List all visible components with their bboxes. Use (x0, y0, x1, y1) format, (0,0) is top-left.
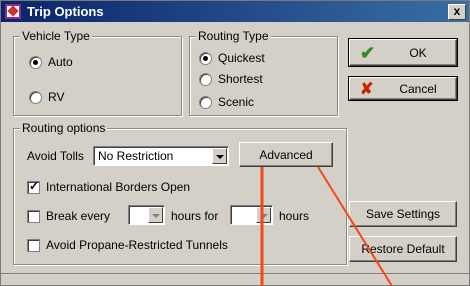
annotation-line-diagonal (317, 166, 393, 286)
annotation-overlay (260, 166, 393, 286)
